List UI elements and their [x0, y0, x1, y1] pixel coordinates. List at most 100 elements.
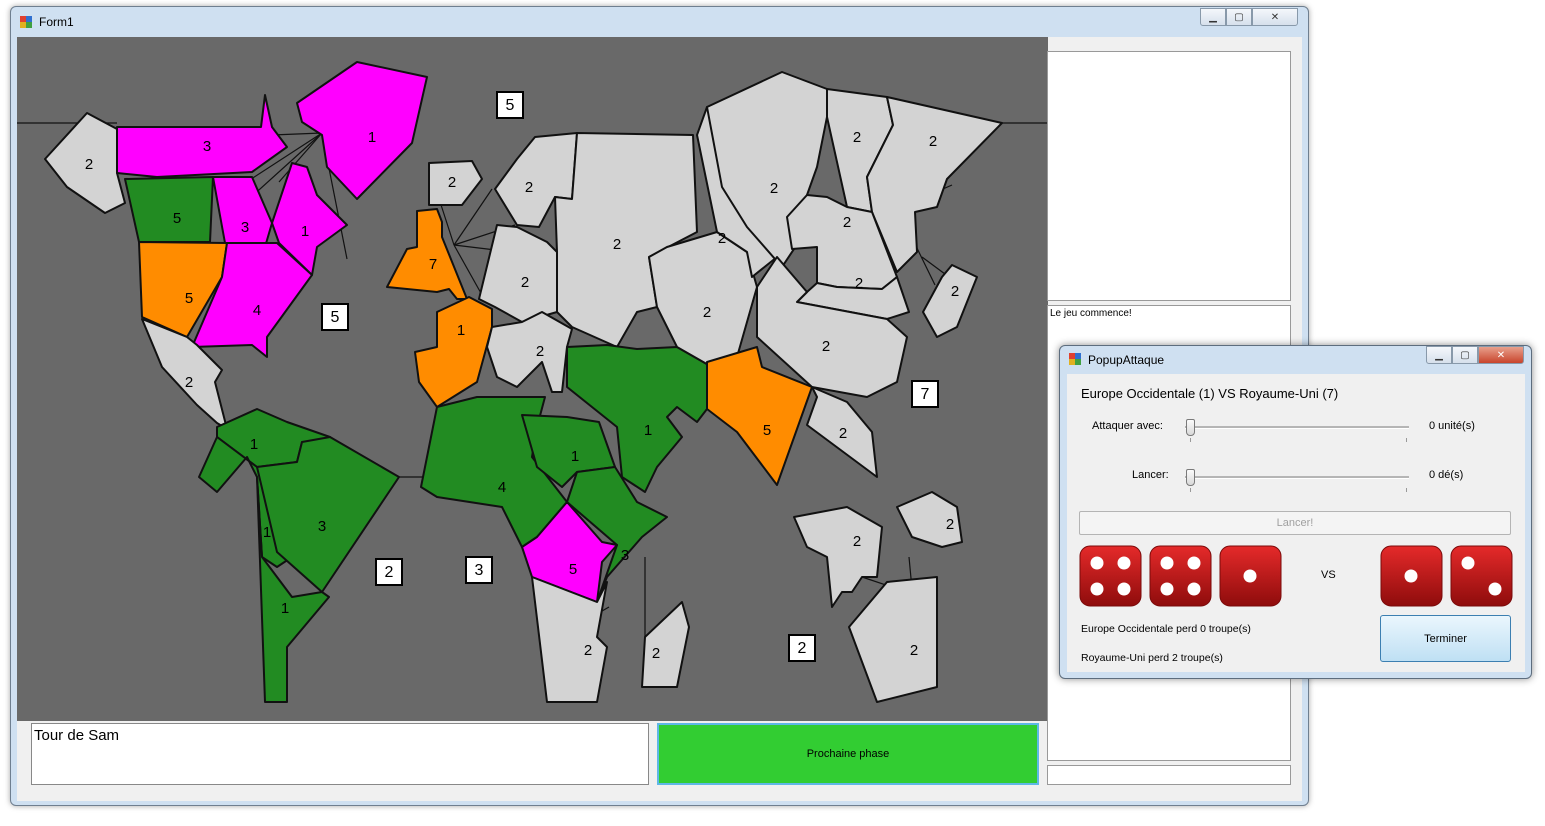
territory-troop-count: 2 [853, 533, 861, 550]
territory-troop-count: 2 [521, 274, 529, 291]
territory-troop-count: 1 [368, 129, 376, 146]
die-pip [1187, 582, 1201, 596]
window-title: Form1 [39, 15, 74, 29]
territory-troop-count: 2 [853, 129, 861, 146]
territory-troop-count: 1 [644, 422, 652, 439]
die-face [1079, 545, 1142, 607]
window-controls: ▁ ▢ ✕ [1200, 8, 1298, 26]
die-pip [1160, 556, 1174, 570]
continent-bonus-value: 5 [331, 309, 340, 326]
next-phase-label: Prochaine phase [806, 748, 890, 760]
attack-slider-tick [1190, 438, 1191, 442]
territory-troop-count: 1 [281, 600, 289, 617]
territory-troop-count: 1 [571, 448, 579, 465]
info-panel [1047, 51, 1291, 301]
world-map[interactable]: 23153 154211 31271222241352 212222 22225 2222… [17, 37, 1048, 721]
die-pip [1090, 582, 1104, 596]
end-button-label: Terminer [1424, 632, 1467, 645]
territory-troop-count: 2 [652, 645, 660, 662]
attack-value: 0 unité(s) [1429, 420, 1475, 432]
continent-bonus-value: 2 [798, 640, 807, 657]
attacker-die [1079, 545, 1142, 607]
territory-troop-count: 2 [613, 236, 621, 253]
territory-troop-count: 7 [429, 256, 437, 273]
defender-die [1450, 545, 1513, 607]
continent-bonus-value: 5 [506, 97, 515, 114]
die-pip [1461, 556, 1475, 570]
attack-popup: PopupAttaque ▁ ▢ ✕ Europe Occidentale (1… [1059, 345, 1532, 679]
app-icon [20, 16, 32, 28]
territory-troop-count: 5 [185, 290, 193, 307]
end-button[interactable]: Terminer [1380, 615, 1511, 662]
roll-slider-thumb[interactable] [1186, 469, 1195, 486]
territory-troop-count: 1 [250, 436, 258, 453]
territory-green[interactable] [124, 176, 214, 243]
attacker-die [1149, 545, 1212, 607]
die-pip [1160, 582, 1174, 596]
territory-troop-count: 5 [569, 561, 577, 578]
attack-label: Attaquer avec: [1092, 420, 1163, 432]
die-face [1450, 545, 1513, 607]
die-face [1149, 545, 1212, 607]
popup-title-bar: PopupAttaque ▁ ▢ ✕ [1060, 346, 1531, 372]
territory-troop-count: 2 [536, 343, 544, 360]
territory-troop-count: 3 [621, 547, 629, 564]
die-pip [1117, 556, 1131, 570]
attack-slider-tick [1406, 438, 1407, 442]
popup-close-button[interactable]: ✕ [1478, 346, 1524, 364]
die-pip [1187, 556, 1201, 570]
turn-status-box: Tour de Sam [31, 723, 649, 785]
defender-loss-text: Royaume-Uni perd 2 troupe(s) [1081, 652, 1223, 664]
attack-slider-thumb[interactable] [1186, 419, 1195, 436]
roll-slider-tick [1190, 488, 1191, 492]
roll-slider-track [1185, 476, 1409, 479]
territory-troop-count: 1 [263, 524, 271, 541]
bottom-panel [1047, 765, 1291, 785]
popup-app-icon [1069, 353, 1081, 365]
roll-slider-tick [1406, 488, 1407, 492]
territory-troop-count: 5 [173, 210, 181, 227]
attacker-die [1219, 545, 1282, 607]
territory-troop-count: 2 [770, 180, 778, 197]
territory-troop-count: 4 [253, 302, 261, 319]
territory-troop-count: 1 [301, 223, 309, 240]
roll-value: 0 dé(s) [1429, 469, 1464, 481]
territory-troop-count: 5 [763, 422, 771, 439]
next-phase-button[interactable]: Prochaine phase [657, 723, 1039, 785]
close-button[interactable]: ✕ [1252, 8, 1298, 26]
title-bar: Form1 ▁ ▢ ✕ [11, 7, 1308, 37]
roll-button[interactable]: Lancer! [1079, 511, 1511, 535]
popup-title: PopupAttaque [1088, 353, 1165, 367]
die-pip [1488, 582, 1502, 596]
attack-slider-track [1185, 426, 1409, 429]
die-pip [1117, 582, 1131, 596]
popup-minimize-button[interactable]: ▁ [1426, 346, 1452, 364]
maximize-button[interactable]: ▢ [1226, 8, 1252, 26]
log-line: Le jeu commence! [1050, 308, 1132, 319]
roll-button-label: Lancer! [1276, 517, 1314, 529]
minimize-button[interactable]: ▁ [1200, 8, 1226, 26]
turn-status-text: Tour de Sam [34, 727, 120, 744]
territory-troop-count: 2 [951, 283, 959, 300]
matchup-title: Europe Occidentale (1) VS Royaume-Uni (7… [1081, 386, 1339, 401]
territory-troop-count: 2 [822, 338, 830, 355]
territory-troop-count: 1 [457, 322, 465, 339]
roll-label: Lancer: [1132, 469, 1169, 481]
territory-troop-count: 3 [318, 518, 326, 535]
territory-troop-count: 2 [85, 156, 93, 173]
territory-troop-count: 2 [584, 642, 592, 659]
continent-bonus-value: 3 [475, 562, 484, 579]
territory-troop-count: 2 [929, 133, 937, 150]
territory-troop-count: 2 [946, 516, 954, 533]
territory-troop-count: 2 [703, 304, 711, 321]
vs-label: VS [1321, 569, 1336, 581]
territory-troop-count: 2 [185, 374, 193, 391]
continent-bonus-value: 2 [385, 564, 394, 581]
territory-troop-count: 2 [525, 179, 533, 196]
territory-troop-count: 2 [448, 174, 456, 191]
territory-troop-count: 3 [203, 138, 211, 155]
territory-troop-count: 3 [241, 219, 249, 236]
die-pip [1404, 569, 1418, 583]
popup-maximize-button[interactable]: ▢ [1452, 346, 1478, 364]
defender-die [1380, 545, 1443, 607]
